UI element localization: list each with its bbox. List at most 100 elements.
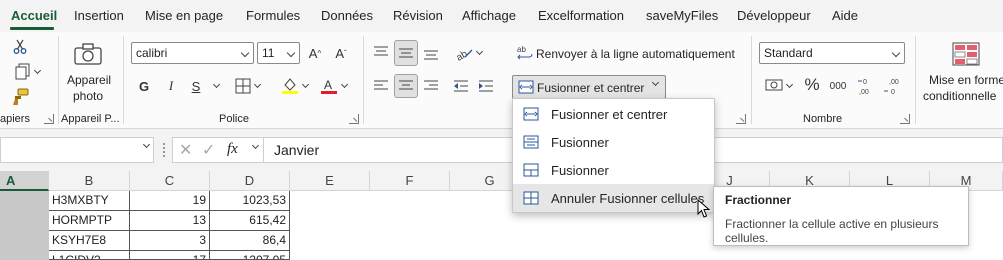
decrease-font-icon[interactable]: Aˇ xyxy=(331,42,351,64)
number-launcher-icon[interactable] xyxy=(900,114,910,124)
tab-insertion[interactable]: Insertion xyxy=(74,8,124,23)
table-cell[interactable]: H3MXBTY xyxy=(49,191,130,211)
menu-item-label: Fusionner xyxy=(551,162,609,178)
table-cell[interactable]: L1CIDV2 xyxy=(49,251,130,260)
menu-item-merge-center[interactable]: Fusionner et centrer xyxy=(513,100,714,128)
tab-excelformation[interactable]: Excelformation xyxy=(538,8,624,23)
column-header-d[interactable]: D xyxy=(210,171,290,191)
menu-item-merge-across[interactable]: Fusionner xyxy=(513,128,714,156)
camera-icon[interactable] xyxy=(70,40,106,68)
table-cell[interactable]: HORMPTP xyxy=(49,211,130,231)
tab-donnees[interactable]: Données xyxy=(321,8,373,23)
tab-formules[interactable]: Formules xyxy=(246,8,300,23)
tab-mise-en-page[interactable]: Mise en page xyxy=(145,8,223,23)
camera-label-1: Appareil xyxy=(67,73,112,87)
font-launcher-icon[interactable] xyxy=(349,114,359,124)
tab-accueil[interactable]: Accueil xyxy=(11,8,57,23)
merge-cells-icon xyxy=(523,163,539,177)
group-separator xyxy=(123,36,124,124)
align-right-icon[interactable] xyxy=(421,76,441,96)
menu-item-unmerge[interactable]: Annuler Fusionner cellules xyxy=(513,184,714,212)
unmerge-cells-icon xyxy=(523,191,539,205)
group-separator xyxy=(915,36,916,124)
align-center-icon[interactable] xyxy=(394,74,418,98)
font-name-combo[interactable]: calibri xyxy=(131,42,254,64)
percent-button[interactable]: % xyxy=(802,74,822,96)
increase-font-icon[interactable]: A ^ xyxy=(305,42,325,64)
align-bottom-icon[interactable] xyxy=(421,42,441,64)
merge-center-icon xyxy=(518,80,534,97)
table-cell[interactable]: 17 xyxy=(130,251,210,260)
table-cell[interactable]: 19 xyxy=(130,191,210,211)
table-cell[interactable]: 1207,05 xyxy=(210,251,290,260)
font-color-icon[interactable]: A xyxy=(316,76,350,96)
menu-item-merge-cells[interactable]: Fusionner xyxy=(513,156,714,184)
table-cell[interactable]: 86,4 xyxy=(210,231,290,251)
table-cell[interactable]: KSYH7E8 xyxy=(49,231,130,251)
chevron-down-icon xyxy=(142,140,151,149)
table-cell[interactable]: 1023,53 xyxy=(210,191,290,211)
underline-dropdown-icon[interactable] xyxy=(208,78,220,94)
cut-icon[interactable] xyxy=(10,38,30,56)
tab-savemyfiles[interactable]: saveMyFiles xyxy=(646,8,718,23)
borders-icon[interactable] xyxy=(230,76,264,96)
column-header-e[interactable]: E xyxy=(290,171,370,191)
table-cell[interactable]: 3 xyxy=(130,231,210,251)
tab-aide[interactable]: Aide xyxy=(832,8,858,23)
insert-function-button[interactable]: fx xyxy=(227,141,238,158)
align-left-icon[interactable] xyxy=(371,76,391,96)
thousands-button[interactable]: 000 xyxy=(826,76,850,96)
menu-item-label: Annuler Fusionner cellules xyxy=(551,190,705,206)
svg-text:0: 0 xyxy=(891,89,895,96)
conditional-format-label-2[interactable]: conditionnelle xyxy=(923,89,996,103)
enter-icon[interactable]: ✓ xyxy=(202,140,215,160)
increase-indent-icon[interactable] xyxy=(476,76,496,96)
tooltip-title: Fractionner xyxy=(725,193,792,207)
fill-color-icon[interactable] xyxy=(275,76,313,96)
italic-button[interactable]: I xyxy=(163,76,179,96)
align-top-icon[interactable] xyxy=(371,42,391,64)
wrap-text-icon[interactable]: ab xyxy=(516,44,534,62)
wrap-text-label[interactable]: Renvoyer à la ligne automatiquement xyxy=(536,47,735,61)
bold-button[interactable]: G xyxy=(136,76,152,96)
column-header-c[interactable]: C xyxy=(130,171,210,191)
cancel-icon[interactable]: ✕ xyxy=(179,140,192,160)
tab-developpeur[interactable]: Développeur xyxy=(737,8,811,23)
chevron-down-icon xyxy=(651,78,660,87)
merge-center-button[interactable]: Fusionner et centrer xyxy=(512,75,666,99)
decrease-decimal-icon[interactable]: ,00 0 xyxy=(882,74,904,98)
column-header-f[interactable]: F xyxy=(370,171,450,191)
table-cell[interactable]: 615,42 xyxy=(210,211,290,231)
formula-bar-grip[interactable] xyxy=(163,143,165,157)
tab-revision[interactable]: Révision xyxy=(393,8,443,23)
alignment-launcher-icon[interactable] xyxy=(736,114,746,124)
chevron-down-icon xyxy=(251,141,260,150)
name-box[interactable] xyxy=(0,137,154,163)
format-painter-icon[interactable] xyxy=(10,87,32,107)
currency-format-icon[interactable] xyxy=(761,76,795,96)
number-format-combo[interactable]: Standard xyxy=(759,42,905,64)
column-header-a[interactable]: A xyxy=(0,171,49,191)
clipboard-launcher-icon[interactable] xyxy=(44,114,54,124)
svg-text:,00: ,00 xyxy=(859,89,869,96)
ribbon: apiers Appareil photo Appareil P... cali… xyxy=(0,32,1003,129)
group-separator xyxy=(363,36,364,124)
column-header-b[interactable]: B xyxy=(49,171,130,191)
table-cell[interactable]: 13 xyxy=(130,211,210,231)
svg-text:,00: ,00 xyxy=(889,79,899,86)
orientation-icon[interactable]: ab xyxy=(451,42,485,64)
selected-column-a[interactable] xyxy=(0,191,49,260)
copy-icon[interactable] xyxy=(10,62,44,82)
group-separator xyxy=(751,36,752,124)
increase-decimal-icon[interactable]: 0,00 xyxy=(856,74,878,98)
svg-text:ab: ab xyxy=(517,45,526,54)
svg-text:0: 0 xyxy=(863,79,867,86)
font-size-combo[interactable]: 11 xyxy=(257,42,300,64)
decrease-indent-icon[interactable] xyxy=(451,76,471,96)
tab-affichage[interactable]: Affichage xyxy=(462,8,516,23)
conditional-format-icon[interactable] xyxy=(951,40,981,68)
align-middle-icon[interactable] xyxy=(394,40,418,66)
mouse-cursor-icon xyxy=(697,198,711,222)
underline-button[interactable]: S xyxy=(188,76,204,96)
conditional-format-label-1[interactable]: Mise en forme xyxy=(929,73,1003,87)
